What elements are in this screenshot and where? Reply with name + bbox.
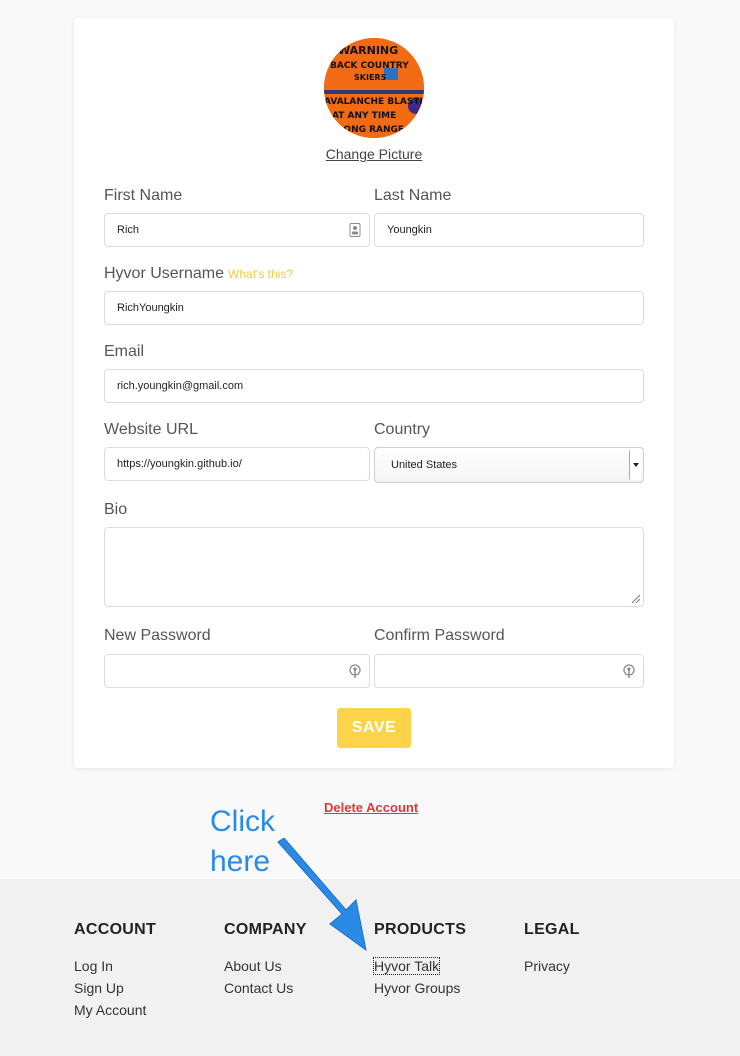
arrow-pointer-icon — [277, 838, 367, 952]
change-picture-link[interactable]: Change Picture — [0, 146, 740, 162]
chevron-down-icon[interactable] — [629, 450, 641, 480]
footer-heading-products: PRODUCTS — [374, 921, 467, 938]
footer-link-log-in[interactable]: Log In — [74, 955, 156, 977]
avatar-text: AT ANY TIME — [332, 111, 396, 121]
footer-heading-account: ACCOUNT — [74, 921, 157, 938]
confirm-password-input[interactable] — [374, 654, 644, 688]
save-button[interactable]: SAVE — [337, 708, 411, 748]
click-here-annotation: Click here — [210, 802, 275, 882]
bio-label: Bio — [104, 501, 128, 518]
username-input[interactable]: RichYoungkin — [104, 291, 644, 325]
resize-handle-icon[interactable] — [630, 593, 640, 603]
country-select[interactable]: United States — [374, 447, 644, 483]
username-label: Hyvor Username What's this? — [104, 265, 293, 283]
whats-this-link[interactable]: What's this? — [228, 267, 293, 281]
username-value: RichYoungkin — [117, 302, 184, 314]
first-name-label: First Name — [104, 187, 183, 204]
avatar-text: WARNING — [338, 44, 398, 57]
new-password-input[interactable] — [104, 654, 370, 688]
country-value: United States — [391, 459, 458, 471]
username-label-text: Hyvor Username — [104, 265, 225, 282]
email-input[interactable]: rich.youngkin@gmail.com — [104, 369, 644, 403]
annotation-line: Click — [210, 805, 275, 838]
avatar-text: AVALANCHE BLASTING — [324, 97, 424, 107]
bio-textarea[interactable] — [104, 527, 644, 607]
last-name-value: Youngkin — [387, 224, 432, 236]
footer-link-hyvor-groups[interactable]: Hyvor Groups — [374, 977, 466, 999]
footer-products-column: PRODUCTS Hyvor Talk Hyvor Groups — [372, 921, 467, 999]
new-password-label: New Password — [104, 627, 211, 644]
password-key-icon[interactable] — [623, 664, 635, 678]
avatar-text: SKIERS — [354, 73, 387, 82]
footer-link-contact-us[interactable]: Contact Us — [224, 977, 307, 999]
first-name-input[interactable]: Rich — [104, 213, 370, 247]
footer-heading-legal: LEGAL — [524, 921, 580, 938]
contact-card-icon[interactable] — [349, 223, 361, 237]
footer-link-about-us[interactable]: About Us — [224, 955, 307, 977]
avatar[interactable]: WARNING BACK COUNTRY SKIERS AVALANCHE BL… — [324, 38, 424, 138]
avatar-text: BACK COUNTRY — [330, 61, 409, 71]
footer-link-privacy[interactable]: Privacy — [524, 955, 580, 977]
email-label: Email — [104, 343, 145, 360]
footer-link-hyvor-talk[interactable]: Hyvor Talk — [372, 955, 466, 977]
delete-account-link[interactable]: Delete Account — [324, 800, 418, 815]
footer-link-sign-up[interactable]: Sign Up — [74, 977, 156, 999]
footer-link-hyvor-talk-text: Hyvor Talk — [372, 957, 441, 975]
first-name-value: Rich — [117, 224, 140, 236]
footer-legal-column: LEGAL Privacy — [524, 921, 580, 977]
website-input[interactable]: https://youngkin.github.io/ — [104, 447, 370, 481]
annotation-line: here — [210, 845, 271, 878]
website-label: Website URL — [104, 421, 198, 438]
footer-link-my-account[interactable]: My Account — [74, 999, 156, 1021]
confirm-password-label: Confirm Password — [374, 627, 505, 644]
country-label: Country — [374, 421, 431, 438]
email-value: rich.youngkin@gmail.com — [117, 380, 244, 392]
avatar-image: WARNING BACK COUNTRY SKIERS AVALANCHE BL… — [324, 38, 424, 138]
last-name-label: Last Name — [374, 187, 452, 204]
password-key-icon[interactable] — [349, 664, 361, 678]
footer-account-column: ACCOUNT Log In Sign Up My Account — [74, 921, 156, 1021]
website-value: https://youngkin.github.io/ — [117, 458, 242, 470]
last-name-input[interactable]: Youngkin — [374, 213, 644, 247]
